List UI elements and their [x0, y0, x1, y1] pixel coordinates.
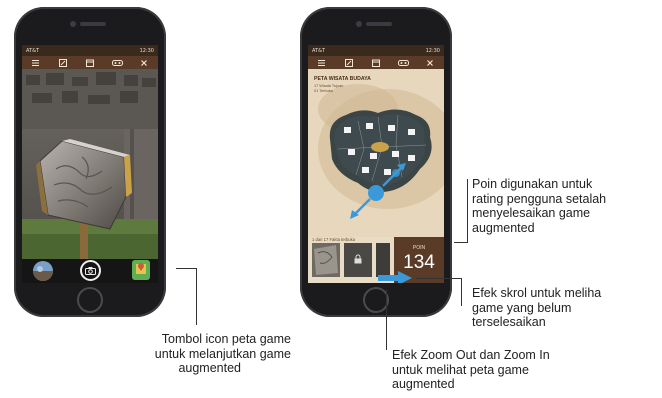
annotation-poin: Poin digunakan untuk rating pengguna set… — [472, 177, 657, 235]
calendar-icon[interactable] — [83, 58, 97, 67]
carrier-text: AT&T — [312, 47, 326, 54]
front-camera — [70, 21, 76, 27]
left-callout-line-v — [196, 268, 197, 325]
map-pin-icon — [135, 261, 147, 280]
left-callout-line-h — [176, 268, 197, 269]
right-phone: AT&T 12:30 PETA WISATA BUDAYA 17 Wisata … — [300, 7, 452, 317]
camera-shutter-button[interactable] — [80, 260, 101, 281]
map-subtitle-2: 01 Terbuka — [314, 89, 334, 93]
calendar-icon[interactable] — [369, 58, 383, 67]
vr-glasses-icon[interactable] — [396, 58, 410, 67]
game-map-button[interactable] — [132, 260, 150, 280]
annotation-line: Poin digunakan untuk — [472, 177, 593, 191]
map-title: PETA WISATA BUDAYA — [314, 76, 371, 82]
app-toolbar — [22, 56, 158, 69]
annotation-skrol: Efek skrol untuk meliha game yang belum … — [472, 286, 657, 330]
app-toolbar — [308, 56, 444, 69]
left-screen: AT&T 12:30 — [22, 45, 158, 283]
gallery-thumbnail-button[interactable] — [33, 261, 53, 281]
status-time: 12:30 — [139, 47, 154, 54]
close-icon[interactable] — [423, 58, 437, 67]
zoom-circle — [368, 185, 384, 201]
home-button[interactable] — [77, 287, 103, 313]
annotation-tombol-peta: Tombol icon peta game untuk melanjutkan … — [111, 332, 291, 376]
skrol-callout-line-v — [461, 278, 462, 306]
annotation-zoom: Efek Zoom Out dan Zoom In untuk melihat … — [392, 348, 632, 392]
zoom-callout-line-v — [386, 290, 387, 350]
menu-icon[interactable] — [29, 58, 43, 67]
right-screen: AT&T 12:30 PETA WISATA BUDAYA 17 Wisata … — [308, 45, 444, 283]
ar-camera-view — [22, 69, 158, 259]
front-camera — [356, 21, 362, 27]
poin-callout-line-v — [467, 179, 468, 242]
status-bar: AT&T 12:30 — [308, 45, 444, 56]
progress-text: 1 dari 17 Fakta terbuka — [312, 237, 356, 242]
lock-icon — [354, 251, 362, 269]
left-phone: AT&T 12:30 — [14, 7, 166, 317]
status-time: 12:30 — [425, 47, 440, 54]
fact-thumbnail-2-locked[interactable] — [344, 243, 372, 277]
annotation-line: Tombol icon peta game — [161, 332, 291, 346]
annotation-line: terselesaikan — [472, 315, 546, 329]
poin-callout-line-h — [454, 242, 468, 243]
close-icon[interactable] — [137, 58, 151, 67]
map-subtitle-1: 17 Wisata Tujuan — [314, 84, 343, 88]
annotation-line: game yang belum — [472, 300, 572, 315]
annotation-line: augmented — [472, 220, 535, 235]
speaker — [80, 22, 106, 26]
annotation-line: Efek skrol untuk meliha — [472, 286, 602, 300]
skrol-callout-line-h — [416, 278, 462, 279]
speaker — [366, 22, 392, 26]
map-icon[interactable] — [56, 58, 70, 67]
carrier-text: AT&T — [26, 47, 40, 54]
annotation-line: augmented — [178, 361, 241, 375]
annotation-line: untuk melihat peta game — [392, 362, 529, 377]
game-map[interactable]: PETA WISATA BUDAYA 17 Wisata Tujuan 01 T… — [308, 69, 444, 237]
scroll-right-arrow — [378, 271, 412, 283]
menu-icon[interactable] — [315, 58, 329, 67]
annotation-line: untuk melanjutkan game — [154, 346, 291, 361]
fact-thumbnail-1[interactable] — [312, 243, 340, 277]
annotation-line: augmented — [392, 377, 455, 391]
status-bar: AT&T 12:30 — [22, 45, 158, 56]
poin-label: POIN — [412, 245, 426, 251]
vr-glasses-icon[interactable] — [110, 58, 124, 67]
annotation-line: Efek Zoom Out dan Zoom In — [392, 348, 550, 362]
annotation-line: menyelesaikan game — [472, 206, 591, 220]
annotation-line: rating pengguna setalah — [472, 191, 607, 206]
camera-icon — [85, 262, 96, 280]
map-icon[interactable] — [342, 58, 356, 67]
